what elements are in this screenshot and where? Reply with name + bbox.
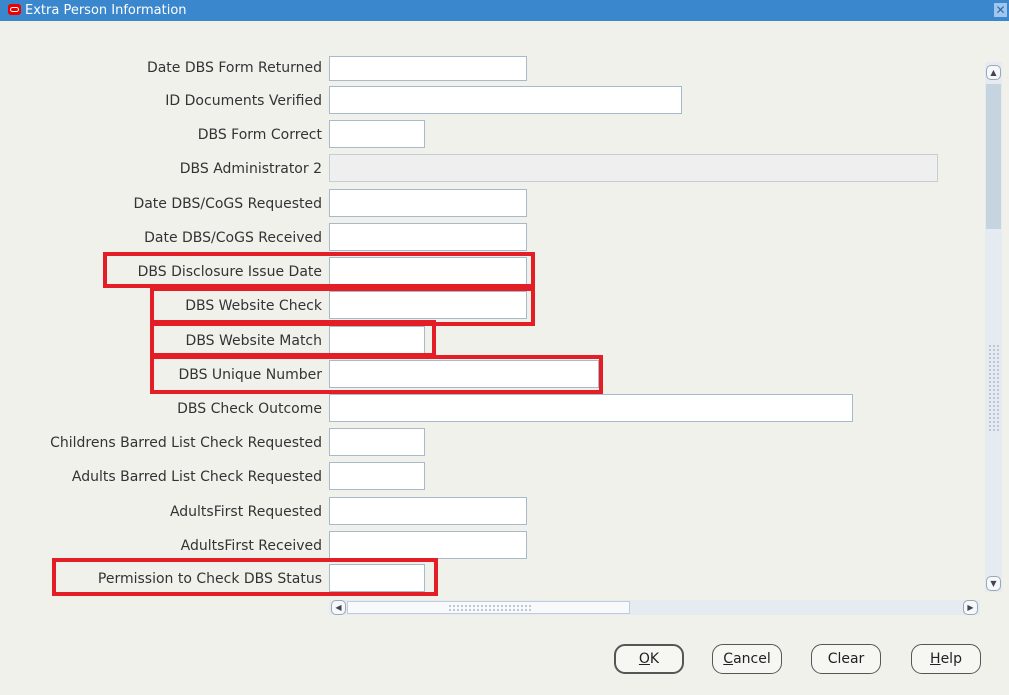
field-id-documents-verified[interactable]: [329, 86, 682, 114]
title-bar: Extra Person Information ✕: [0, 0, 1009, 21]
label-dbs-disclosure-issue-date: DBS Disclosure Issue Date: [137, 264, 322, 280]
label-adultsfirst-received: AdultsFirst Received: [180, 538, 322, 554]
field-dbs-form-correct[interactable]: [329, 120, 425, 148]
horizontal-scrollbar[interactable]: ◀ ▶: [329, 600, 980, 615]
scroll-down-icon[interactable]: ▼: [986, 576, 1001, 591]
label-id-documents-verified: ID Documents Verified: [165, 93, 322, 109]
scroll-grip: [988, 344, 1000, 432]
help-mnemonic: H: [930, 651, 941, 667]
field-dbs-website-match[interactable]: [329, 326, 425, 354]
label-dbs-website-match: DBS Website Match: [185, 333, 322, 349]
label-date-dbs-cogs-requested: Date DBS/CoGS Requested: [133, 196, 322, 212]
window-title: Extra Person Information: [25, 3, 187, 18]
scroll-right-icon[interactable]: ▶: [963, 600, 978, 615]
field-adults-barred-list[interactable]: [329, 462, 425, 490]
field-permission-check-dbs-status[interactable]: [329, 564, 425, 592]
ok-label: K: [649, 651, 660, 667]
oracle-logo-icon: [8, 4, 21, 15]
field-childrens-barred-list[interactable]: [329, 428, 425, 456]
scroll-up-icon[interactable]: ▲: [986, 65, 1001, 80]
label-date-dbs-cogs-received: Date DBS/CoGS Received: [144, 230, 322, 246]
field-dbs-check-outcome[interactable]: [329, 394, 853, 422]
clear-button[interactable]: Clear: [811, 644, 881, 674]
label-dbs-check-outcome: DBS Check Outcome: [177, 401, 322, 417]
cancel-label: ancel: [733, 651, 771, 667]
scroll-grip: [448, 604, 532, 612]
field-date-dbs-cogs-received[interactable]: [329, 223, 527, 251]
label-childrens-barred-list: Childrens Barred List Check Requested: [50, 435, 322, 451]
scroll-left-icon[interactable]: ◀: [331, 600, 346, 615]
cancel-button[interactable]: Cancel: [712, 644, 782, 674]
help-label: elp: [940, 651, 962, 667]
label-permission-check-dbs-status: Permission to Check DBS Status: [97, 571, 322, 587]
cancel-mnemonic: C: [723, 651, 734, 667]
field-dbs-unique-number[interactable]: [329, 360, 599, 388]
clear-label: Clear: [827, 651, 865, 667]
ok-button[interactable]: OK: [614, 644, 684, 674]
field-adultsfirst-received[interactable]: [329, 531, 527, 559]
field-dbs-website-check[interactable]: [329, 291, 527, 319]
help-button[interactable]: Help: [911, 644, 981, 674]
vertical-scrollbar[interactable]: ▲ ▼: [985, 62, 1002, 592]
field-date-dbs-cogs-requested[interactable]: [329, 189, 527, 217]
label-dbs-administrator-2: DBS Administrator 2: [179, 161, 322, 177]
label-date-dbs-form-returned: Date DBS Form Returned: [146, 60, 322, 76]
field-dbs-administrator-2: [329, 154, 938, 182]
label-adults-barred-list: Adults Barred List Check Requested: [71, 469, 322, 485]
close-icon[interactable]: ✕: [994, 3, 1007, 17]
field-date-dbs-form-returned[interactable]: [329, 56, 527, 81]
label-dbs-form-correct: DBS Form Correct: [197, 127, 322, 143]
horizontal-scroll-thumb[interactable]: [347, 601, 630, 614]
label-dbs-website-check: DBS Website Check: [185, 298, 322, 314]
form-panel: Date DBS Form Returned ID Documents Veri…: [0, 21, 1009, 601]
field-dbs-disclosure-issue-date[interactable]: [329, 257, 527, 285]
ok-mnemonic: O: [638, 651, 650, 667]
field-adultsfirst-requested[interactable]: [329, 497, 527, 525]
vertical-scroll-thumb[interactable]: [986, 84, 1001, 229]
label-adultsfirst-requested: AdultsFirst Requested: [169, 504, 322, 520]
label-dbs-unique-number: DBS Unique Number: [178, 367, 322, 383]
